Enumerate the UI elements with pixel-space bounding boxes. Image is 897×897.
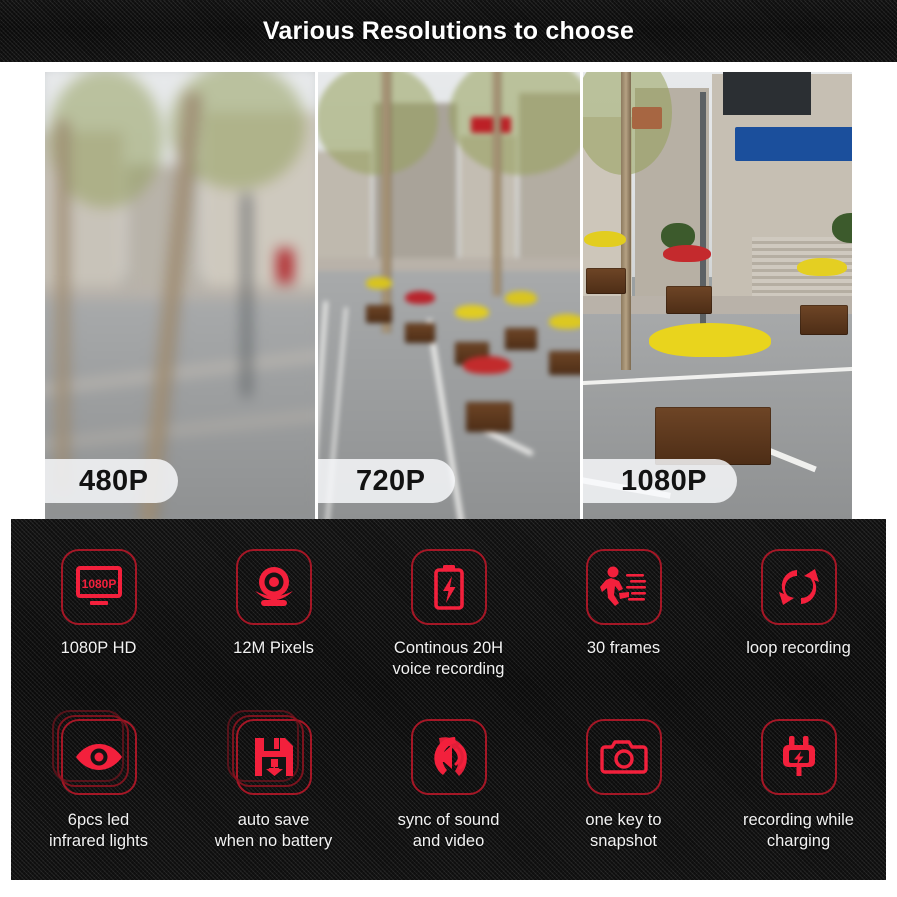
page-title: Various Resolutions to choose — [262, 16, 635, 45]
resolution-label-480p: 480P — [45, 459, 179, 503]
floppy-save-icon — [226, 710, 312, 795]
loop-arrows-icon — [760, 549, 837, 625]
street-scene-720p — [318, 72, 580, 519]
feature-label: 12M Pixels — [233, 639, 314, 657]
feature-label: Continous 20H voice recording — [392, 639, 505, 679]
feature-row-2: 6pcs led infrared lights auto save when … — [11, 701, 886, 879]
feature-item-1080p-hd[interactable]: 1080P 1080P HD — [11, 523, 186, 701]
feature-item-12m-pixels[interactable]: 12M Pixels — [186, 523, 361, 701]
feature-label: 30 frames — [586, 639, 661, 657]
resolution-pane-1080p[interactable]: 1080P — [580, 72, 852, 519]
webcam-icon — [235, 549, 312, 625]
eye-icon — [51, 710, 137, 795]
running-man-icon — [585, 549, 662, 625]
feature-item-loop-recording[interactable]: loop recording — [711, 523, 886, 701]
feature-label: loop recording — [746, 639, 851, 657]
feature-label: one key to snapshot — [585, 811, 662, 851]
feature-row-1: 1080P 1080P HD 12M Pixels Continous 20H … — [11, 523, 886, 701]
speaker-waves-icon — [410, 719, 487, 795]
feature-item-sync-sound-video[interactable]: sync of sound and video — [361, 701, 536, 879]
feature-label: sync of sound and video — [397, 811, 500, 851]
resolution-comparison-strip: 480P 720P 1080P — [45, 72, 852, 519]
street-scene-480p — [45, 72, 315, 519]
resolution-pane-480p[interactable]: 480P — [45, 72, 315, 519]
monitor-1080p-icon: 1080P — [60, 549, 137, 625]
product-feature-banner: Various Resolutions to choose 480P 720P … — [0, 0, 897, 897]
feature-grid: 1080P 1080P HD 12M Pixels Continous 20H … — [11, 523, 886, 880]
feature-item-30-frames[interactable]: 30 frames — [536, 523, 711, 701]
battery-bolt-icon — [410, 549, 487, 625]
feature-label: 6pcs led infrared lights — [48, 811, 149, 851]
feature-item-auto-save[interactable]: auto save when no battery — [186, 701, 361, 879]
feature-label: recording while charging — [743, 811, 854, 851]
street-scene-1080p — [583, 72, 852, 519]
resolution-pane-720p[interactable]: 720P — [315, 72, 580, 519]
svg-text:1080P: 1080P — [81, 577, 116, 591]
feature-item-voice-recording[interactable]: Continous 20H voice recording — [361, 523, 536, 701]
feature-label: auto save when no battery — [214, 811, 333, 851]
resolution-label-720p: 720P — [318, 459, 456, 503]
feature-item-recording-while-charging[interactable]: recording while charging — [711, 701, 886, 879]
power-plug-icon — [760, 719, 837, 795]
feature-item-infrared-lights[interactable]: 6pcs led infrared lights — [11, 701, 186, 879]
feature-item-one-key-snapshot[interactable]: one key to snapshot — [536, 701, 711, 879]
resolution-label-1080p: 1080P — [583, 459, 737, 503]
feature-label: 1080P HD — [60, 639, 137, 657]
camera-icon — [585, 719, 662, 795]
